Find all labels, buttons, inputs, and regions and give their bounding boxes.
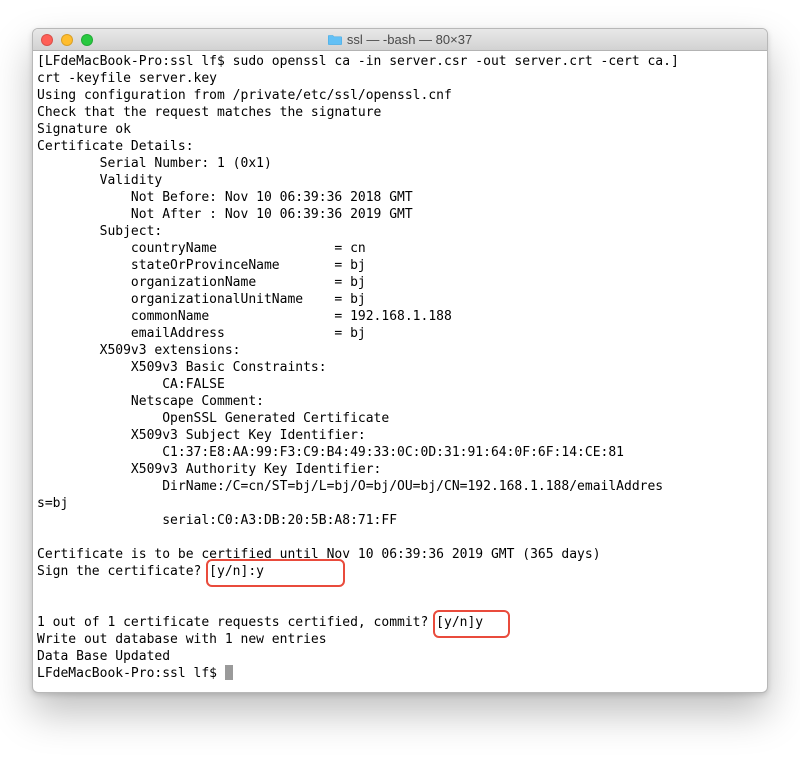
terminal-content[interactable]: [LFdeMacBook-Pro:ssl lf$ sudo openssl ca…	[33, 51, 767, 692]
terminal-line: [LFdeMacBook-Pro:ssl lf$ sudo openssl ca…	[37, 53, 763, 70]
terminal-line: countryName = cn	[37, 240, 763, 257]
folder-icon	[328, 34, 342, 45]
terminal-line: crt -keyfile server.key	[37, 70, 763, 87]
terminal-line: 1 out of 1 certificate requests certifie…	[37, 614, 763, 631]
terminal-line: LFdeMacBook-Pro:ssl lf$	[37, 665, 763, 682]
close-button[interactable]	[41, 34, 53, 46]
terminal-line: stateOrProvinceName = bj	[37, 257, 763, 274]
terminal-line: s=bj	[37, 495, 763, 512]
terminal-line: Netscape Comment:	[37, 393, 763, 410]
terminal-line	[37, 529, 763, 546]
terminal-line: CA:FALSE	[37, 376, 763, 393]
terminal-line	[37, 597, 763, 614]
terminal-line: X509v3 Basic Constraints:	[37, 359, 763, 376]
terminal-line: Using configuration from /private/etc/ss…	[37, 87, 763, 104]
terminal-line: Signature ok	[37, 121, 763, 138]
terminal-line: organizationalUnitName = bj	[37, 291, 763, 308]
terminal-line: Certificate Details:	[37, 138, 763, 155]
window-title: ssl — -bash — 80×37	[347, 32, 472, 47]
titlebar[interactable]: ssl — -bash — 80×37	[33, 29, 767, 51]
terminal-line: Validity	[37, 172, 763, 189]
terminal-line: Check that the request matches the signa…	[37, 104, 763, 121]
terminal-line	[37, 580, 763, 597]
window-title-wrap: ssl — -bash — 80×37	[33, 32, 767, 47]
terminal-line: X509v3 Authority Key Identifier:	[37, 461, 763, 478]
terminal-line: C1:37:E8:AA:99:F3:C9:B4:49:33:0C:0D:31:9…	[37, 444, 763, 461]
terminal-line: Serial Number: 1 (0x1)	[37, 155, 763, 172]
minimize-button[interactable]	[61, 34, 73, 46]
terminal-line: Data Base Updated	[37, 648, 763, 665]
terminal-line: Subject:	[37, 223, 763, 240]
zoom-button[interactable]	[81, 34, 93, 46]
terminal-line: Not After : Nov 10 06:39:36 2019 GMT	[37, 206, 763, 223]
terminal-line: X509v3 extensions:	[37, 342, 763, 359]
terminal-line: organizationName = bj	[37, 274, 763, 291]
terminal-line: Certificate is to be certified until Nov…	[37, 546, 763, 563]
terminal-line: commonName = 192.168.1.188	[37, 308, 763, 325]
terminal-line: Sign the certificate? [y/n]:y	[37, 563, 763, 580]
terminal-line: Write out database with 1 new entries	[37, 631, 763, 648]
terminal-line: Not Before: Nov 10 06:39:36 2018 GMT	[37, 189, 763, 206]
terminal-window: ssl — -bash — 80×37 [LFdeMacBook-Pro:ssl…	[32, 28, 768, 693]
terminal-line: serial:C0:A3:DB:20:5B:A8:71:FF	[37, 512, 763, 529]
terminal-line: emailAddress = bj	[37, 325, 763, 342]
terminal-line: X509v3 Subject Key Identifier:	[37, 427, 763, 444]
cursor	[225, 665, 233, 680]
terminal-line: OpenSSL Generated Certificate	[37, 410, 763, 427]
terminal-line: DirName:/C=cn/ST=bj/L=bj/O=bj/OU=bj/CN=1…	[37, 478, 763, 495]
traffic-lights	[41, 34, 93, 46]
